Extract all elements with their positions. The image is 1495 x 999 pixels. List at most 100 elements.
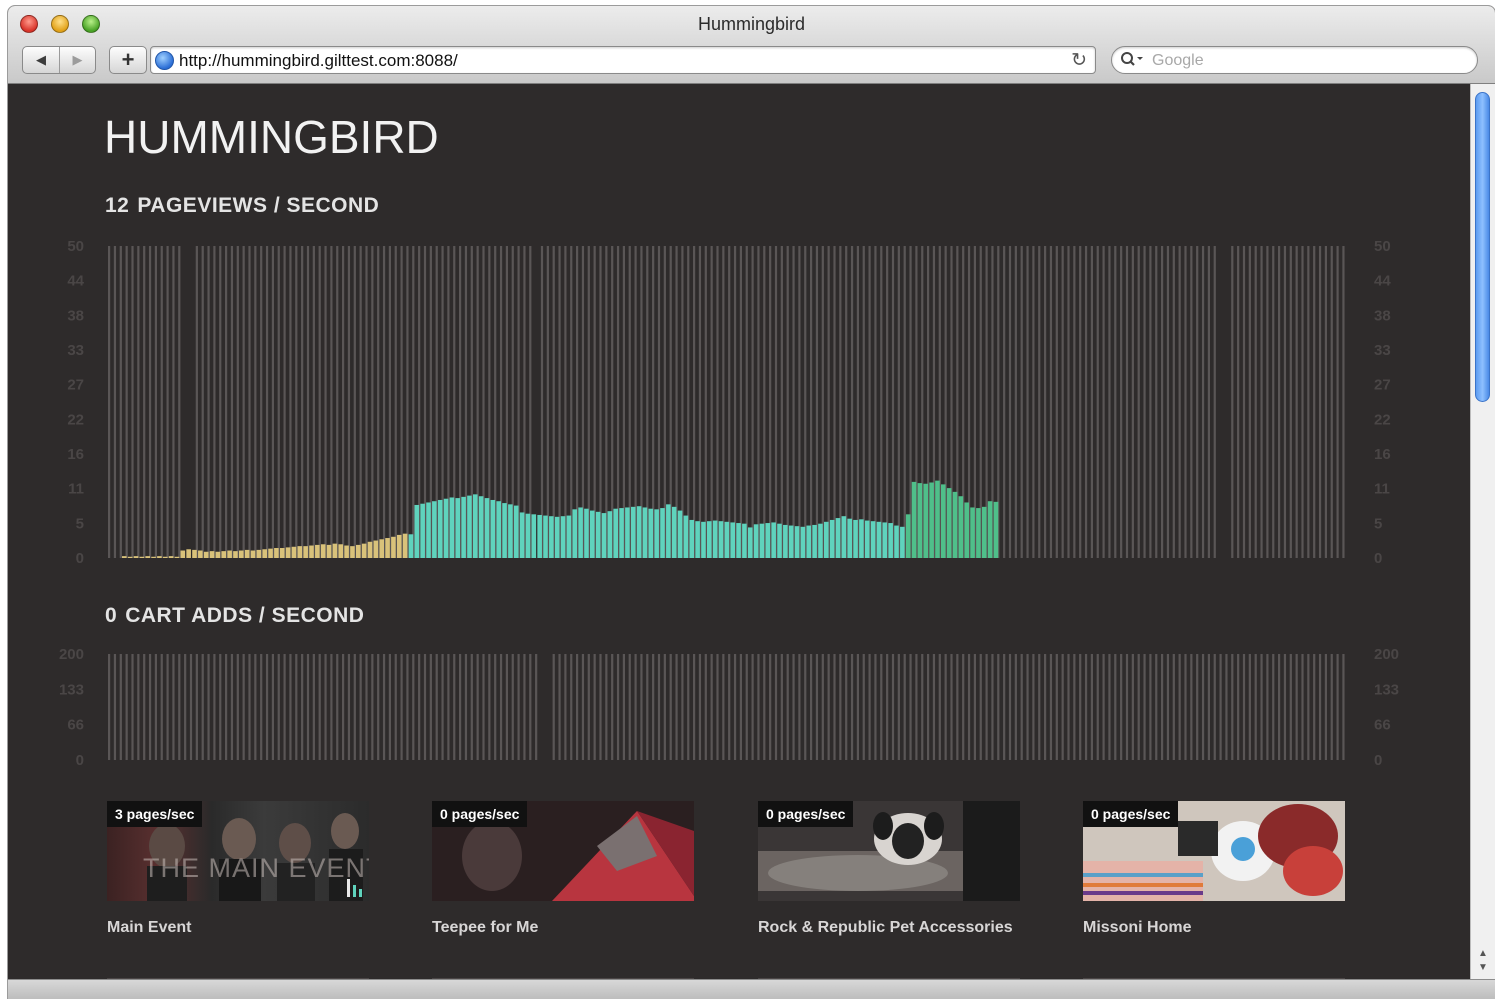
chart-grid-bar xyxy=(1190,654,1193,760)
chart-bar xyxy=(291,546,297,558)
sale-thumbnail[interactable]: 0 pages/sec xyxy=(432,801,694,901)
chart-bar xyxy=(227,550,232,558)
chart-grid-bar xyxy=(745,654,748,760)
search-icon[interactable] xyxy=(1120,51,1144,74)
chart-grid-bar xyxy=(950,654,953,760)
chart-grid-bar xyxy=(447,654,450,760)
sale-card-title[interactable]: Main Event xyxy=(107,918,369,937)
chart-grid-bar xyxy=(652,654,655,760)
vertical-scrollbar[interactable]: ▲ ▼ xyxy=(1470,84,1495,979)
chart-bar xyxy=(987,501,993,558)
chart-bar xyxy=(449,497,455,558)
chart-bar xyxy=(946,488,952,558)
chart-bar xyxy=(461,496,466,558)
chart-bar xyxy=(432,501,437,558)
chart-grid-bar xyxy=(113,654,117,760)
chart-grid-bar xyxy=(312,654,315,760)
chart-grid-bar xyxy=(1008,246,1012,558)
status-bar xyxy=(8,979,1495,999)
back-button[interactable]: ◀ xyxy=(23,47,59,73)
chart-grid-bar xyxy=(821,654,824,760)
chart-grid-bar xyxy=(1114,654,1117,760)
chart-grid-bar xyxy=(435,654,438,760)
chart-grid-bar xyxy=(891,246,895,558)
chart-grid-bar xyxy=(1318,246,1322,558)
chart-grid-bar xyxy=(336,654,339,760)
chart-grid-bar xyxy=(886,654,889,760)
chart-grid-bar xyxy=(1020,654,1023,760)
url-text[interactable]: http://hummingbird.gilttest.com:8088/ xyxy=(179,51,458,71)
sale-thumbnail[interactable]: 0 pages/sec xyxy=(1083,801,1345,901)
chart-grid-bar xyxy=(1324,654,1327,760)
chart-bar xyxy=(847,518,852,558)
chart-grid-bar xyxy=(1172,654,1175,760)
y-axis-tick-label: 200 xyxy=(1374,646,1399,663)
sale-card[interactable]: 0 pages/sec Teepee for Me xyxy=(432,801,694,937)
y-axis-tick-label: 33 xyxy=(1374,342,1391,359)
chart-grid-bar xyxy=(1073,654,1076,760)
chart-bar xyxy=(625,507,630,558)
chart-grid-bar xyxy=(1318,654,1322,760)
chart-bar xyxy=(630,506,636,558)
sale-thumbnail[interactable]: 3 pages/sec THE MAIN EVENT xyxy=(107,801,369,901)
chart-grid-bar xyxy=(558,654,561,760)
chart-grid-bar xyxy=(172,654,175,760)
chart-grid-bar xyxy=(839,654,842,760)
add-bookmark-button[interactable]: + xyxy=(109,46,147,74)
search-input[interactable]: Google xyxy=(1152,52,1204,70)
chart-grid-bar xyxy=(353,246,356,558)
reload-icon[interactable]: ↻ xyxy=(1071,49,1087,72)
chart-grid-bar xyxy=(423,654,427,760)
forward-button[interactable]: ▶ xyxy=(59,47,95,73)
chart-grid-bar xyxy=(1330,654,1333,760)
chart-grid-bar xyxy=(909,654,912,760)
chart-bar xyxy=(859,519,864,558)
chart-grid-bar xyxy=(693,654,696,760)
sale-card[interactable]: 3 pages/sec THE MAIN EVENT Main Event xyxy=(107,801,369,937)
chart-grid-bar xyxy=(570,246,573,558)
search-bar[interactable]: Google xyxy=(1111,46,1478,74)
chart-bar xyxy=(519,512,525,558)
sale-card-title[interactable]: Teepee for Me xyxy=(432,918,694,937)
chart-grid-bar xyxy=(365,246,368,558)
chart-grid-bar xyxy=(1161,654,1164,760)
chart-grid-bar xyxy=(388,246,391,558)
chart-grid-bar xyxy=(1120,246,1123,558)
chart-grid-bar xyxy=(839,246,842,558)
chart-grid-bar xyxy=(178,246,181,558)
chart-grid-bar xyxy=(265,654,269,760)
chart-grid-bar xyxy=(119,246,122,558)
sale-thumbnail[interactable]: 0 pages/sec xyxy=(758,801,1020,901)
chart-grid-bar xyxy=(207,654,210,760)
chart-bar xyxy=(835,518,841,558)
chart-bar xyxy=(513,505,519,558)
chart-grid-bar xyxy=(739,654,742,760)
chart-grid-bar xyxy=(1336,654,1339,760)
sale-cards: 3 pages/sec THE MAIN EVENT Main Event 0 … xyxy=(107,801,1367,961)
chart-grid-bar xyxy=(1178,246,1181,558)
chart-bar xyxy=(613,508,618,558)
chart-grid-bar xyxy=(698,654,702,760)
chart-grid-bar xyxy=(371,654,374,760)
chart-grid-bar xyxy=(1342,654,1345,760)
sale-card[interactable]: 0 pages/sec Missoni Home xyxy=(1083,801,1345,937)
chart-grid-bar xyxy=(529,654,532,760)
scroll-arrows-icon[interactable]: ▲ ▼ xyxy=(1476,947,1490,975)
chart-grid-bar xyxy=(576,654,579,760)
sale-card-title[interactable]: Missoni Home xyxy=(1083,918,1345,937)
chart-grid-bar xyxy=(236,246,239,558)
chart-bar xyxy=(279,548,285,558)
chart-grid-bar xyxy=(815,246,819,558)
sale-card-title[interactable]: Rock & Republic Pet Accessories xyxy=(758,918,1020,937)
chart-bar xyxy=(765,523,771,558)
chart-bar xyxy=(139,556,145,558)
chart-grid-bar xyxy=(739,246,742,558)
scrollbar-thumb[interactable] xyxy=(1475,92,1490,402)
chart-bar xyxy=(268,548,273,558)
url-bar[interactable]: http://hummingbird.gilttest.com:8088/ ↻ xyxy=(150,46,1096,74)
chart-grid-bar xyxy=(1278,654,1281,760)
chart-grid-bar xyxy=(640,654,643,760)
chart-grid-bar xyxy=(1184,654,1187,760)
sale-card[interactable]: 0 pages/sec Rock & Republic Pet Accessor… xyxy=(758,801,1020,937)
chart-grid-bar xyxy=(1207,654,1210,760)
